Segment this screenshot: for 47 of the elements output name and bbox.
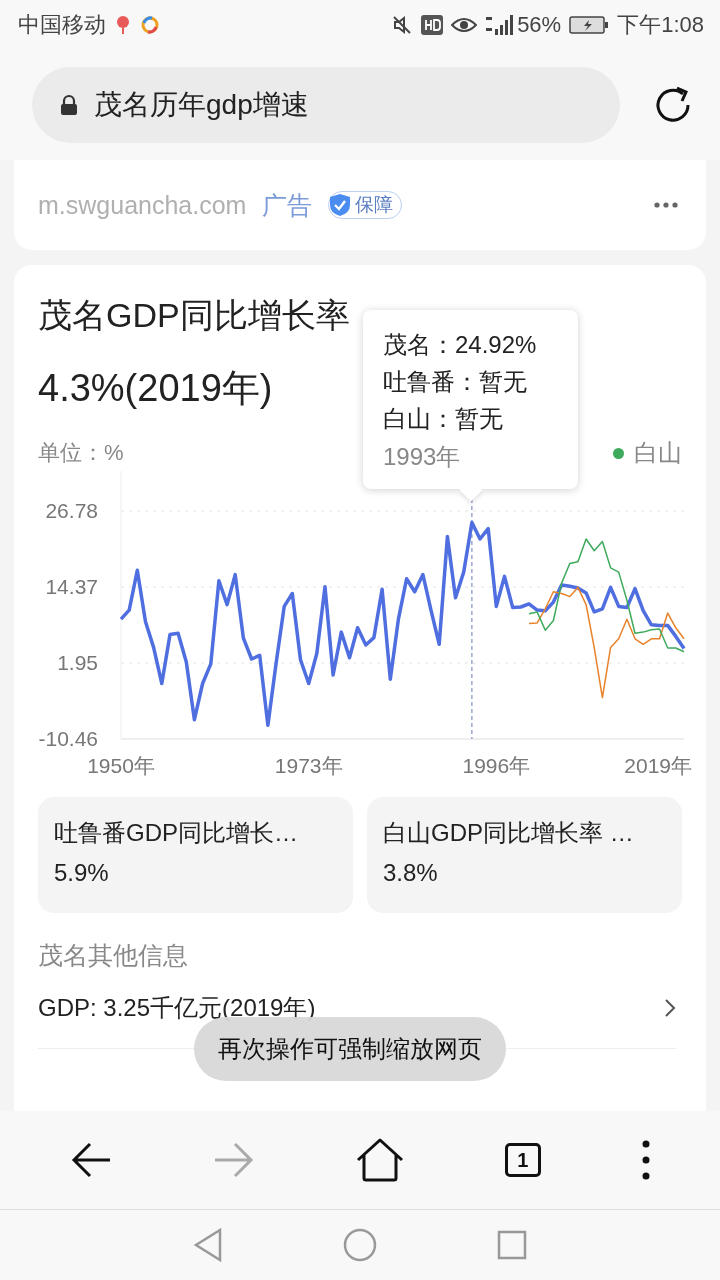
menu-icon[interactable] bbox=[641, 1140, 650, 1180]
carrier-name: 中国移动 bbox=[18, 11, 106, 39]
y-axis-label: 1.95 bbox=[57, 651, 98, 674]
related-value: 5.9% bbox=[54, 859, 110, 887]
shield-check-icon bbox=[329, 193, 352, 217]
latest-value: 4.3%(2019年) bbox=[38, 366, 273, 411]
related-card[interactable]: 白山GDP同比增长率 … 3.8% bbox=[367, 797, 682, 913]
y-axis-label: 26.78 bbox=[45, 499, 98, 522]
related-value: 3.8% bbox=[383, 859, 439, 887]
y-axis-label: 14.37 bbox=[45, 575, 98, 598]
eye-icon bbox=[451, 15, 478, 35]
tooltip-line: 吐鲁番：暂无 bbox=[383, 367, 528, 397]
tooltip-line: 茂名：24.92% bbox=[383, 330, 538, 360]
card-title: 茂名GDP同比增长率 bbox=[38, 295, 350, 336]
signal-icon bbox=[485, 14, 514, 36]
ad-label: 广告 bbox=[262, 189, 313, 221]
search-query: 茂名历年gdp增速 bbox=[94, 88, 309, 122]
more-icon[interactable] bbox=[654, 202, 678, 208]
section-heading: 茂名其他信息 bbox=[37, 940, 189, 971]
lock-icon bbox=[60, 94, 78, 116]
related-title: 吐鲁番GDP同比增长… bbox=[54, 818, 299, 848]
battery-icon bbox=[569, 15, 610, 35]
legend-label[interactable]: 白山 bbox=[634, 437, 682, 469]
clock: 下午1:08 bbox=[617, 11, 704, 39]
x-axis-label: 2019年 bbox=[624, 754, 692, 777]
related-card[interactable]: 吐鲁番GDP同比增长… 5.9% bbox=[38, 797, 353, 913]
nav-back-icon[interactable] bbox=[193, 1228, 223, 1262]
related-title: 白山GDP同比增长率 … bbox=[383, 818, 635, 848]
map-pin-icon bbox=[114, 14, 132, 36]
x-axis-label: 1996年 bbox=[462, 754, 531, 777]
tooltip-date: 1993年 bbox=[383, 442, 462, 472]
back-arrow-icon[interactable] bbox=[70, 1141, 113, 1179]
unit-label: 单位：% bbox=[38, 439, 124, 467]
nav-home-icon[interactable] bbox=[343, 1228, 377, 1262]
tooltip-line: 白山：暂无 bbox=[383, 404, 504, 434]
x-axis-label: 1950年 bbox=[87, 754, 155, 777]
battery-percent: 56% bbox=[517, 12, 562, 38]
chevron-right-icon bbox=[664, 998, 676, 1018]
hd-icon bbox=[421, 14, 444, 36]
badge-text: 保障 bbox=[355, 193, 394, 217]
tab-count-button[interactable]: 1 bbox=[504, 1143, 541, 1177]
colorful-ring-icon bbox=[140, 15, 160, 35]
nav-recents-icon[interactable] bbox=[497, 1230, 527, 1260]
y-axis-label: -10.46 bbox=[38, 727, 98, 750]
home-icon[interactable] bbox=[356, 1138, 404, 1182]
x-axis-label: 1973年 bbox=[274, 754, 343, 777]
address-bar[interactable]: 茂名历年gdp增速 bbox=[32, 67, 620, 143]
